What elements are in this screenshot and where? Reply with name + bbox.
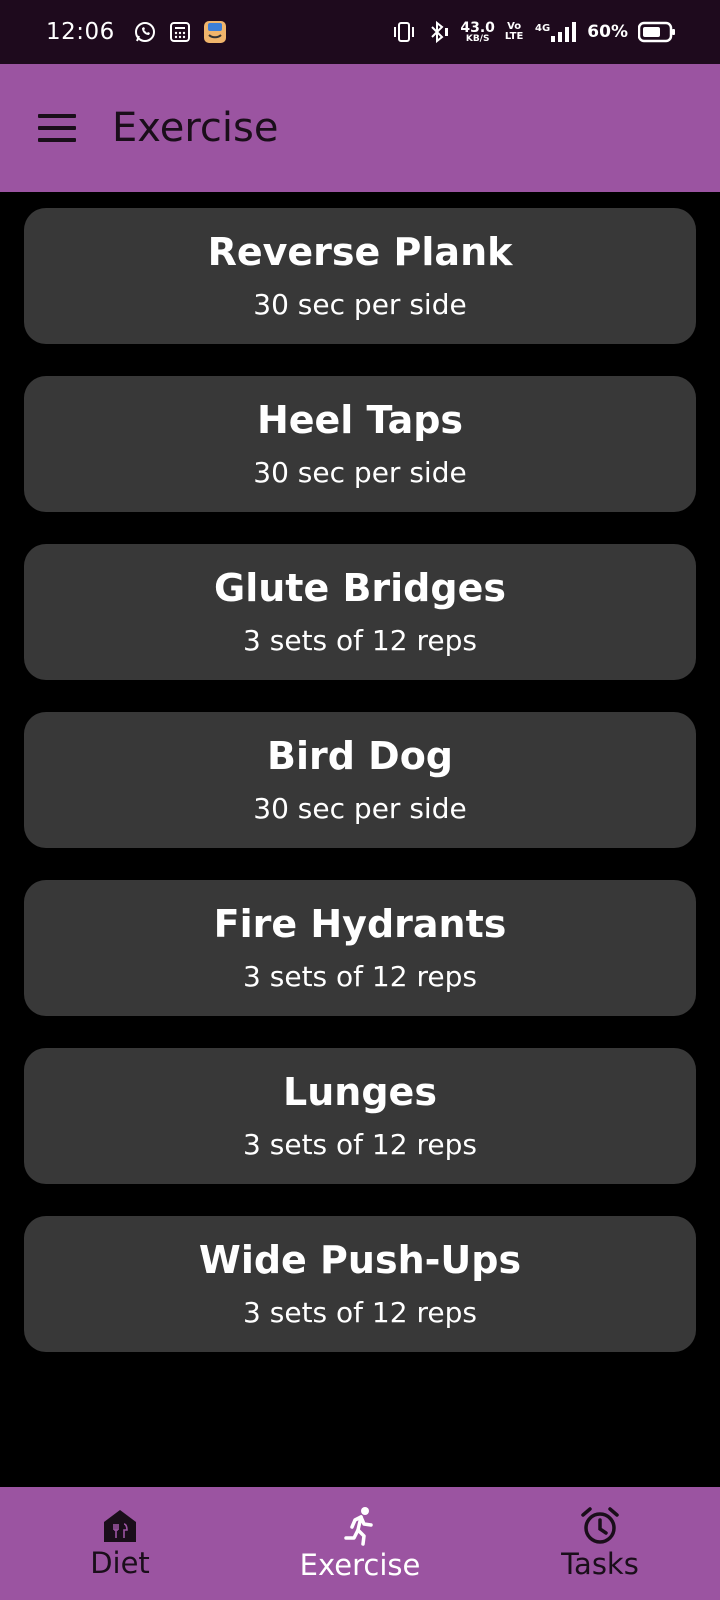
calculator-icon	[169, 21, 191, 43]
exercise-card[interactable]: Bird Dog 30 sec per side	[24, 712, 696, 848]
signal-icon: 4G	[533, 20, 577, 44]
exercise-detail: 3 sets of 12 reps	[243, 624, 477, 657]
run-icon	[342, 1506, 378, 1550]
bottom-nav: Diet Exercise Tasks	[0, 1487, 720, 1600]
volte-bottom: LTE	[504, 31, 524, 42]
exercise-name: Heel Taps	[256, 398, 464, 443]
battery-icon	[638, 21, 676, 43]
exercise-detail: 30 sec per side	[253, 456, 467, 489]
exercise-name: Glute Bridges	[214, 566, 506, 611]
status-left: 12:06	[46, 19, 227, 45]
exercise-detail: 3 sets of 12 reps	[243, 960, 477, 993]
app-bar: Exercise	[0, 64, 720, 192]
status-bar: 12:06 43.0 KB/S Vo LTE 4G 60%	[0, 0, 720, 64]
status-time: 12:06	[46, 19, 115, 45]
page-title: Exercise	[112, 105, 279, 151]
nav-item-tasks[interactable]: Tasks	[480, 1506, 720, 1581]
exercise-detail: 30 sec per side	[253, 288, 467, 321]
exercise-list: Reverse Plank 30 sec per side Heel Taps …	[24, 208, 696, 1352]
exercise-name: Lunges	[283, 1070, 437, 1115]
battery-percent: 60%	[587, 22, 628, 42]
status-right: 43.0 KB/S Vo LTE 4G 60%	[392, 20, 676, 44]
network-type: 4G	[535, 23, 550, 34]
volte-indicator: Vo LTE	[505, 22, 523, 42]
exercise-name: Fire Hydrants	[213, 902, 507, 947]
exercise-card[interactable]: Reverse Plank 30 sec per side	[24, 208, 696, 344]
exercise-card[interactable]: Fire Hydrants 3 sets of 12 reps	[24, 880, 696, 1016]
exercise-name: Wide Push-Ups	[198, 1238, 522, 1283]
nav-item-exercise[interactable]: Exercise	[240, 1506, 480, 1582]
exercise-name: Reverse Plank	[207, 230, 513, 275]
diet-icon	[102, 1508, 138, 1548]
nav-label-tasks: Tasks	[561, 1546, 639, 1581]
network-speed-value: 43.0	[460, 19, 495, 36]
nav-item-diet[interactable]: Diet	[0, 1508, 240, 1580]
exercise-card[interactable]: Wide Push-Ups 3 sets of 12 reps	[24, 1216, 696, 1352]
menu-icon[interactable]	[38, 114, 76, 142]
exercise-card[interactable]: Heel Taps 30 sec per side	[24, 376, 696, 512]
exercise-card[interactable]: Lunges 3 sets of 12 reps	[24, 1048, 696, 1184]
exercise-card[interactable]: Glute Bridges 3 sets of 12 reps	[24, 544, 696, 680]
nav-label-diet: Diet	[90, 1545, 150, 1580]
whatsapp-icon	[133, 20, 157, 44]
alarm-icon	[580, 1506, 620, 1549]
exercise-detail: 30 sec per side	[253, 792, 467, 825]
vibrate-icon	[392, 21, 416, 43]
shopping-app-icon	[203, 20, 227, 44]
exercise-detail: 3 sets of 12 reps	[243, 1296, 477, 1329]
network-speed-unit: KB/S	[465, 33, 490, 44]
exercise-detail: 3 sets of 12 reps	[243, 1128, 477, 1161]
exercise-name: Bird Dog	[266, 734, 453, 779]
bluetooth-icon	[426, 20, 450, 44]
network-speed: 43.0 KB/S	[460, 21, 495, 44]
nav-label-exercise: Exercise	[299, 1547, 421, 1582]
